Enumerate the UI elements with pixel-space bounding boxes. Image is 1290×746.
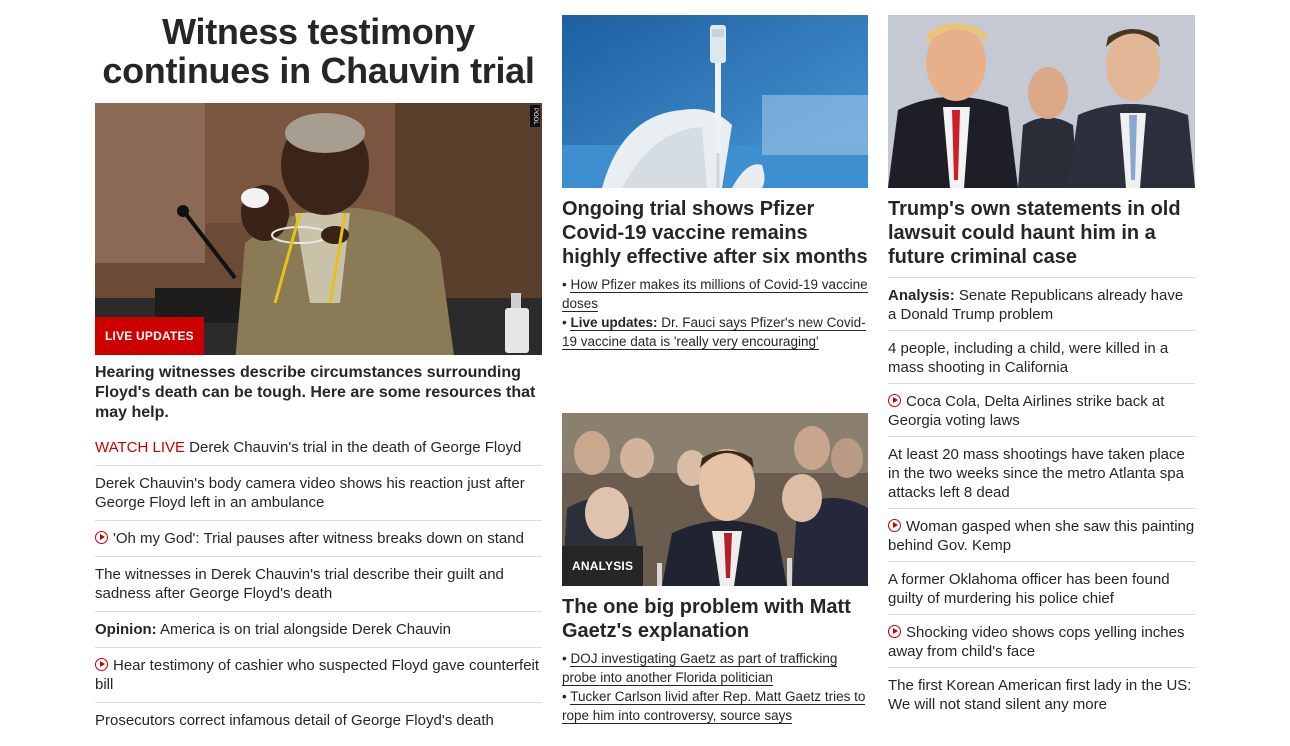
list-item[interactable]: Opinion: America is on trial alongside D…	[95, 611, 542, 647]
list-item[interactable]: A former Oklahoma officer has been found…	[888, 561, 1195, 614]
list-item[interactable]: 4 people, including a child, were killed…	[888, 330, 1195, 383]
video-play-icon	[95, 658, 108, 671]
list-item-text[interactable]: Woman gasped when she saw this painting …	[888, 518, 1194, 554]
pfizer-headline[interactable]: Ongoing trial shows Pfizer Covid-19 vacc…	[562, 197, 868, 269]
list-item[interactable]: • How Pfizer makes its millions of Covid…	[562, 275, 868, 313]
video-play-icon	[888, 519, 901, 532]
bullet-mark: •	[562, 689, 571, 704]
gaetz-headline[interactable]: The one big problem with Matt Gaetz's ex…	[562, 595, 868, 643]
gaetz-image[interactable]: ANALYSIS	[562, 413, 868, 586]
list-item[interactable]: Derek Chauvin's body camera video shows …	[95, 465, 542, 520]
list-item[interactable]: • DOJ investigating Gaetz as part of tra…	[562, 649, 868, 687]
list-item-text[interactable]: Prosecutors correct infamous detail of G…	[95, 712, 494, 729]
list-item[interactable]: At least 20 mass shootings have taken pl…	[888, 436, 1195, 508]
list-item-text[interactable]: The first Korean American first lady in …	[888, 677, 1191, 713]
list-item[interactable]: • Live updates: Dr. Fauci says Pfizer's …	[562, 313, 868, 351]
gaetz-bullets: • DOJ investigating Gaetz as part of tra…	[562, 649, 868, 725]
list-item[interactable]: WATCH LIVE Derek Chauvin's trial in the …	[95, 432, 542, 465]
vaccine-photo	[562, 15, 868, 188]
list-item-link[interactable]: How Pfizer makes its millions of Covid-1…	[562, 277, 868, 312]
video-play-icon	[888, 625, 901, 638]
list-item-text[interactable]: At least 20 mass shootings have taken pl…	[888, 446, 1185, 501]
list-item[interactable]: Coca Cola, Delta Airlines strike back at…	[888, 383, 1195, 436]
gaetz-card: ANALYSIS The one big problem with Matt G…	[562, 413, 868, 725]
list-item-text[interactable]: Shocking video shows cops yelling inches…	[888, 624, 1185, 660]
trump-related-list: Analysis: Senate Republicans already hav…	[888, 277, 1195, 720]
list-item[interactable]: Hear testimony of cashier who suspected …	[95, 647, 542, 702]
list-item-link[interactable]: Live updates: Dr. Fauci says Pfizer's ne…	[562, 315, 866, 350]
list-item-text[interactable]: The witnesses in Derek Chauvin's trial d…	[95, 566, 504, 602]
list-item[interactable]: Shocking video shows cops yelling inches…	[888, 614, 1195, 667]
live-updates-badge[interactable]: LIVE UPDATES	[95, 317, 204, 355]
list-item[interactable]: Woman gasped when she saw this painting …	[888, 508, 1195, 561]
lead-headline[interactable]: Witness testimony continues in Chauvin t…	[95, 12, 542, 90]
list-item-link[interactable]: Tucker Carlson livid after Rep. Matt Gae…	[562, 689, 866, 724]
list-item[interactable]: Prosecutors correct infamous detail of G…	[95, 702, 542, 738]
analysis-label: Analysis:	[888, 287, 955, 304]
pfizer-card: Ongoing trial shows Pfizer Covid-19 vacc…	[562, 15, 868, 351]
trump-photo	[888, 15, 1195, 188]
video-play-icon	[95, 531, 108, 544]
list-item-text[interactable]: Hear testimony of cashier who suspected …	[95, 657, 539, 693]
trump-card: Trump's own statements in old lawsuit co…	[888, 15, 1195, 720]
list-item[interactable]: Analysis: Senate Republicans already hav…	[888, 277, 1195, 330]
analysis-badge[interactable]: ANALYSIS	[562, 546, 644, 586]
lead-related-list: WATCH LIVE Derek Chauvin's trial in the …	[95, 432, 542, 738]
list-item[interactable]: 'Oh my God': Trial pauses after witness …	[95, 520, 542, 556]
watch-live-label[interactable]: WATCH LIVE	[95, 439, 185, 456]
list-item[interactable]: The witnesses in Derek Chauvin's trial d…	[95, 556, 542, 611]
pfizer-bullets: • How Pfizer makes its millions of Covid…	[562, 275, 868, 351]
list-item-text[interactable]: America is on trial alongside Derek Chau…	[157, 621, 451, 638]
lead-subheadline[interactable]: Hearing witnesses describe circumstances…	[95, 363, 542, 423]
list-item-text[interactable]: Derek Chauvin's body camera video shows …	[95, 475, 525, 511]
list-item-text[interactable]: Coca Cola, Delta Airlines strike back at…	[888, 393, 1164, 429]
video-play-icon	[888, 394, 901, 407]
trump-headline[interactable]: Trump's own statements in old lawsuit co…	[888, 197, 1195, 269]
list-item[interactable]: The first Korean American first lady in …	[888, 667, 1195, 720]
list-item-text[interactable]: 4 people, including a child, were killed…	[888, 340, 1168, 376]
pool-watermark: POOL	[530, 105, 540, 127]
live-updates-label: Live updates:	[570, 315, 658, 330]
trump-image[interactable]	[888, 15, 1195, 188]
pfizer-image[interactable]	[562, 15, 868, 188]
list-item-text[interactable]: A former Oklahoma officer has been found…	[888, 571, 1170, 607]
list-item[interactable]: • Tucker Carlson livid after Rep. Matt G…	[562, 687, 868, 725]
list-item-link[interactable]: DOJ investigating Gaetz as part of traff…	[562, 651, 838, 686]
list-item-text[interactable]: 'Oh my God': Trial pauses after witness …	[113, 530, 524, 547]
list-item-text[interactable]: Derek Chauvin's trial in the death of Ge…	[185, 439, 521, 456]
opinion-label: Opinion:	[95, 621, 157, 638]
lead-image[interactable]: POOL LIVE UPDATES	[95, 103, 542, 355]
lead-column: Witness testimony continues in Chauvin t…	[95, 12, 542, 738]
